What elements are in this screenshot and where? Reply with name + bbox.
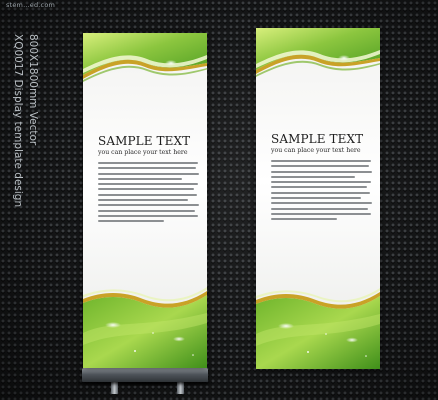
side-title-line2: 800X1800mm Vector (27, 34, 39, 146)
watermark-text: stem…ed.com (6, 1, 56, 9)
side-title-line1: XQ0017 Display template design (12, 34, 24, 207)
banner-left-placeholder-paragraph (98, 162, 201, 223)
banner-right: SAMPLE TEXT you can place your text here (256, 28, 380, 369)
banner-left-subtitle: you can place your text here (98, 149, 188, 156)
banner-left-title: SAMPLE TEXT (98, 134, 191, 148)
rollup-stand-base (82, 368, 208, 382)
banner-right-title: SAMPLE TEXT (271, 132, 364, 146)
banner-right-placeholder-paragraph (271, 160, 374, 221)
side-title-svg: XQ0017 Display template design 800X1800m… (12, 34, 39, 207)
side-title: XQ0017 Display template design 800X1800m… (2, 30, 46, 230)
banner-right-subtitle: you can place your text here (271, 147, 361, 154)
banner-left: SAMPLE TEXT you can place your text here (83, 33, 207, 368)
banner-right-content: SAMPLE TEXT you can place your text here (271, 132, 374, 224)
banner-left-content: SAMPLE TEXT you can place your text here (98, 134, 201, 226)
